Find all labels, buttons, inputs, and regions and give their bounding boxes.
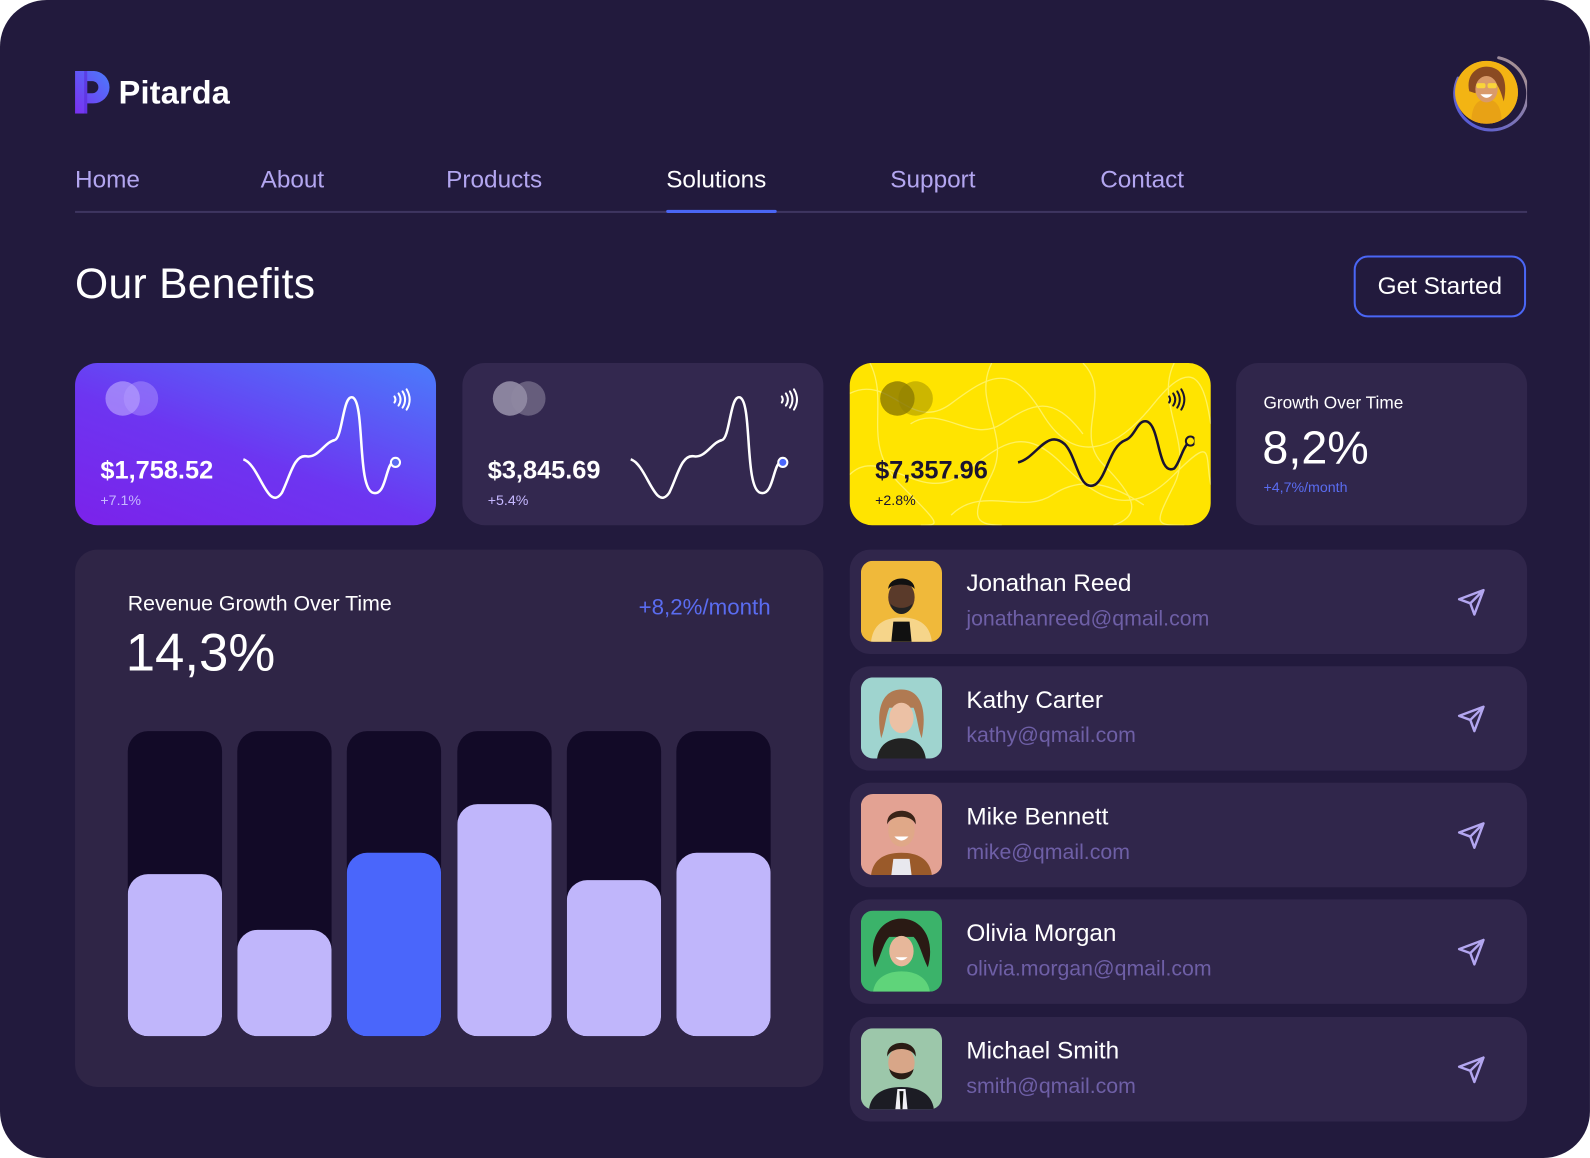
card-change: +2.8% [875,491,916,509]
active-tab-indicator [666,209,777,213]
contact-name: Kathy Carter [966,686,1103,714]
contact-photo [860,677,943,759]
revenue-title: Revenue Growth Over Time [127,592,392,616]
card-logo-icon [880,381,933,416]
app-frame: Pitarda Home About Products Solutions Su… [0,0,1590,1158]
growth-title: Growth Over Time [1263,393,1404,413]
card-amount: $7,357.96 [875,456,988,485]
logo-mark-icon [75,70,110,114]
contact-photo [860,793,943,876]
contact-email[interactable]: mike@qmail.com [966,841,1130,865]
bar[interactable] [127,874,223,1037]
nav-item-home[interactable]: Home [75,166,140,194]
nav-item-solutions[interactable]: Solutions [666,166,766,194]
nav-item-about[interactable]: About [261,166,325,194]
contact-email[interactable]: kathy@qmail.com [966,724,1136,748]
user-avatar[interactable] [1446,52,1528,133]
avatar-photo [1455,60,1518,124]
contact-item[interactable]: Mike Bennett mike@qmail.com [849,782,1528,888]
contact-name: Michael Smith [966,1037,1120,1065]
bar-track [127,731,223,1037]
send-icon[interactable] [1455,1054,1487,1086]
growth-rate: +4,7%/month [1263,478,1348,495]
brand-logo[interactable]: Pitarda [75,70,231,114]
contact-email[interactable]: olivia.morgan@qmail.com [966,957,1211,981]
bar-track [237,731,332,1037]
revenue-value: 14,3% [125,623,276,683]
send-icon[interactable] [1455,703,1487,735]
brand-name: Pitarda [118,73,231,111]
balance-card[interactable]: $3,845.69 +5.4% [462,363,824,526]
send-icon[interactable] [1455,936,1487,968]
contact-photo [860,1028,943,1110]
card-change: +7.1% [100,491,142,509]
growth-card: Growth Over Time 8,2% +4,7%/month [1236,363,1528,526]
card-amount: $3,845.69 [487,456,601,485]
contact-name: Olivia Morgan [966,919,1117,948]
card-change: +5.4% [487,491,529,509]
contact-email[interactable]: jonathanreed@qmail.com [966,607,1209,631]
contact-email[interactable]: smith@qmail.com [966,1075,1136,1099]
contact-item[interactable]: Jonathan Reed jonathanreed@qmail.com [849,549,1528,655]
card-logo-icon [105,381,159,416]
bar-track [347,731,442,1037]
revenue-rate: +8,2%/month [638,594,771,620]
page-title: Our Benefits [75,259,316,308]
contact-photo [860,910,943,992]
balance-card[interactable]: $7,357.96 +2.8% [849,363,1211,526]
nav-item-products[interactable]: Products [446,166,542,194]
card-sparkline [630,396,789,499]
bar-highlighted[interactable] [347,852,442,1037]
bar-track [566,731,661,1037]
contact-photo [860,560,943,642]
bar[interactable] [566,880,661,1037]
contact-item[interactable]: Olivia Morgan olivia.morgan@qmail.com [849,899,1528,1004]
revenue-bar-chart [127,731,771,1037]
balance-card[interactable]: $1,758.52 +7.1% [75,363,437,526]
bar-track [676,731,771,1037]
nav-item-support[interactable]: Support [890,166,975,194]
card-sparkline [1017,420,1195,488]
card-sparkline [242,396,402,499]
contact-item[interactable]: Michael Smith smith@qmail.com [849,1017,1528,1122]
card-logo-icon [492,381,546,416]
bar[interactable] [237,929,332,1037]
send-icon[interactable] [1455,586,1487,618]
bar[interactable] [676,852,771,1037]
revenue-panel: Revenue Growth Over Time +8,2%/month 14,… [75,549,824,1088]
bar-track [456,731,552,1037]
get-started-button[interactable]: Get Started [1353,255,1527,318]
contact-item[interactable]: Kathy Carter kathy@qmail.com [849,666,1528,771]
send-icon[interactable] [1455,819,1487,851]
card-amount: $1,758.52 [100,456,214,485]
contact-name: Mike Bennett [966,803,1109,831]
bar[interactable] [456,804,552,1037]
contact-name: Jonathan Reed [966,569,1132,598]
nav-item-contact[interactable]: Contact [1100,166,1184,194]
growth-value: 8,2% [1262,420,1369,474]
main-nav: Home About Products Solutions Support Co… [75,162,1528,213]
